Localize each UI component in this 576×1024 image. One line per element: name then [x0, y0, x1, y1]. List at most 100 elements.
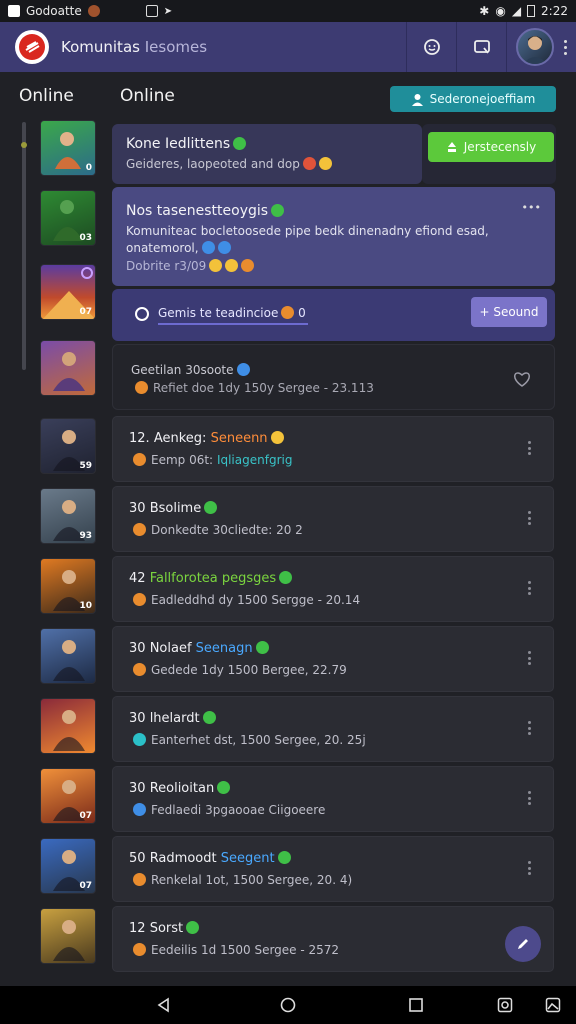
comment-input[interactable]: Gemis te teadincioe 0	[158, 303, 308, 325]
more-options-icon[interactable]	[527, 721, 531, 735]
game-thumbnail[interactable]	[40, 340, 96, 396]
emoji-icon	[225, 259, 239, 272]
game-thumbnail[interactable]	[40, 908, 96, 964]
scrollbar[interactable]	[22, 122, 26, 370]
thumbnail-badge: 07	[79, 811, 92, 821]
status-emoji-icon	[217, 781, 231, 794]
list-item-subtitle: Renkelal 1ot, 1500 Sergee, 20. 4)	[133, 873, 352, 887]
player-name: Nolaef	[149, 641, 192, 656]
game-thumbnail[interactable]: 07	[40, 264, 96, 320]
system-nav-bar	[0, 986, 576, 1024]
sub-highlight: Iqliagenfgrig	[216, 453, 293, 467]
list-item-title: 30 lhelardt	[129, 711, 216, 726]
game-thumbnail[interactable]	[40, 698, 96, 754]
game-thumbnail[interactable]: 59	[40, 418, 96, 474]
emoji-icon	[318, 157, 332, 170]
status-card[interactable]: Geetilan 30soote Refiet doe 1dy 150y Ser…	[112, 344, 555, 410]
status-emoji-icon	[202, 711, 216, 724]
emoji-icon	[241, 259, 255, 272]
avatar[interactable]	[516, 28, 554, 66]
verified-icon	[271, 204, 285, 217]
player-name: Aenkeg:	[153, 431, 207, 446]
thumbnail-badge: 07	[79, 881, 92, 891]
emoji-icon	[236, 363, 250, 376]
follow-button[interactable]: Jerstecensly	[428, 132, 554, 162]
game-thumbnail[interactable]: 07	[40, 768, 96, 824]
gallery-icon	[145, 5, 158, 17]
list-item-subtitle: Fedlaedi 3pgaooae Ciigoeere	[133, 803, 325, 817]
list-item[interactable]: 30 lhelardt Eanterhet dst, 1500 Sergee, 2…	[112, 696, 554, 762]
list-item[interactable]: 12 Sorst Eedeilis 1d 1500 Sergee - 2572	[112, 906, 554, 972]
emoji-icon	[133, 663, 146, 676]
rank-number: 12.	[129, 431, 150, 446]
rank-number: 30	[129, 641, 146, 656]
post-body: Komuniteac bocletoosede pipe bedk dinena…	[126, 224, 489, 255]
thumbnail-badge: 10	[79, 601, 92, 611]
messages-button[interactable]	[456, 22, 506, 72]
list-item-subtitle: Eanterhet dst, 1500 Sergee, 20. 25j	[133, 733, 366, 747]
game-thumbnail[interactable]: 93	[40, 488, 96, 544]
list-item[interactable]: 42 Fallforotea pegsges Eadleddhd dy 1500 …	[112, 556, 554, 622]
app-logo[interactable]	[15, 30, 49, 64]
more-options-icon[interactable]	[527, 581, 531, 595]
more-options-icon[interactable]	[527, 511, 531, 525]
post-more-button[interactable]: •••	[522, 201, 541, 214]
emoji-icon	[133, 733, 146, 746]
list-item-title: 30 Bsolime	[129, 501, 218, 516]
rank-number: 30	[129, 501, 146, 516]
send-icon: ➤	[163, 5, 173, 17]
chat-button[interactable]	[406, 22, 456, 72]
overflow-menu-icon[interactable]	[564, 39, 567, 55]
list-item-subtitle: Eemp 06t: Iqliagenfgrig	[133, 453, 292, 467]
more-options-icon[interactable]	[527, 651, 531, 665]
send-button[interactable]: + Seound	[471, 297, 547, 327]
add-circle-icon[interactable]	[134, 306, 150, 322]
more-options-icon[interactable]	[527, 791, 531, 805]
emoji-icon	[133, 943, 146, 956]
list-item[interactable]: 50 Radmoodt Seegent Renkelal 1ot, 1500 Se…	[112, 836, 554, 902]
featured-post[interactable]: Nos tasenestteoygis ••• Komuniteac bocle…	[112, 187, 555, 286]
thumbnail-badge: 59	[79, 461, 92, 471]
status-emoji-icon	[255, 641, 269, 654]
list-item-title: 12. Aenkeg: Seneenn	[129, 431, 284, 446]
thumbnail-badge: 93	[79, 531, 92, 541]
list-item[interactable]: 30 Reolioitan Fedlaedi 3pgaooae Ciigoeere	[112, 766, 554, 832]
heart-icon[interactable]	[512, 370, 532, 388]
home-icon[interactable]	[280, 997, 296, 1013]
game-thumbnail[interactable]: 07	[40, 838, 96, 894]
player-name: Radmoodt	[149, 851, 217, 866]
section-title-left: Online	[19, 86, 74, 106]
back-icon[interactable]	[156, 997, 172, 1013]
list-item[interactable]: 12. Aenkeg: Seneenn Eemp 06t: Iqliagenfgr…	[112, 416, 554, 482]
list-item-subtitle: Eadleddhd dy 1500 Sergge - 20.14	[133, 593, 360, 607]
screenshot-icon[interactable]	[497, 997, 513, 1013]
verified-icon	[233, 137, 247, 150]
featured-card[interactable]: Kone Iedlittens Geideres, laopeoted and …	[112, 124, 422, 184]
gallery-nav-icon[interactable]	[545, 997, 561, 1013]
game-thumbnail[interactable]: 10	[40, 558, 96, 614]
list-item-title: 50 Radmoodt Seegent	[129, 851, 291, 866]
emoji-icon	[209, 259, 223, 272]
list-item[interactable]: 30 Nolaef Seenagn Gedede 1dy 1500 Bergee,…	[112, 626, 554, 692]
status-app-name: Godoatte	[26, 4, 82, 18]
profile-area[interactable]	[506, 22, 576, 72]
status-bar: Godoatte ➤ ✱ ◉ ◢ 2:22	[0, 0, 576, 22]
list-item[interactable]: 30 Bsolime Donkedte 30cliedte: 20 2	[112, 486, 554, 552]
battery-icon	[527, 5, 536, 17]
game-thumbnail[interactable]: 0	[40, 120, 96, 176]
page-title: Komunitas Iesomes	[61, 38, 208, 56]
game-thumbnail[interactable]	[40, 628, 96, 684]
section-title-right: Online	[120, 86, 175, 106]
game-thumbnail[interactable]: 03	[40, 190, 96, 246]
compose-button[interactable]	[505, 926, 541, 962]
recents-icon[interactable]	[408, 997, 424, 1013]
more-options-icon[interactable]	[527, 861, 531, 875]
notification-icon	[87, 5, 100, 17]
join-button[interactable]: Sederonejoeffiam	[390, 86, 556, 112]
more-options-icon[interactable]	[527, 441, 531, 455]
player-tag: Seenagn	[195, 641, 253, 656]
status-emoji-icon	[204, 501, 218, 514]
list-item-subtitle: Eedeilis 1d 1500 Sergee - 2572	[133, 943, 339, 957]
list-item-title: 30 Nolaef Seenagn	[129, 641, 269, 656]
status-emoji-icon	[270, 431, 284, 444]
